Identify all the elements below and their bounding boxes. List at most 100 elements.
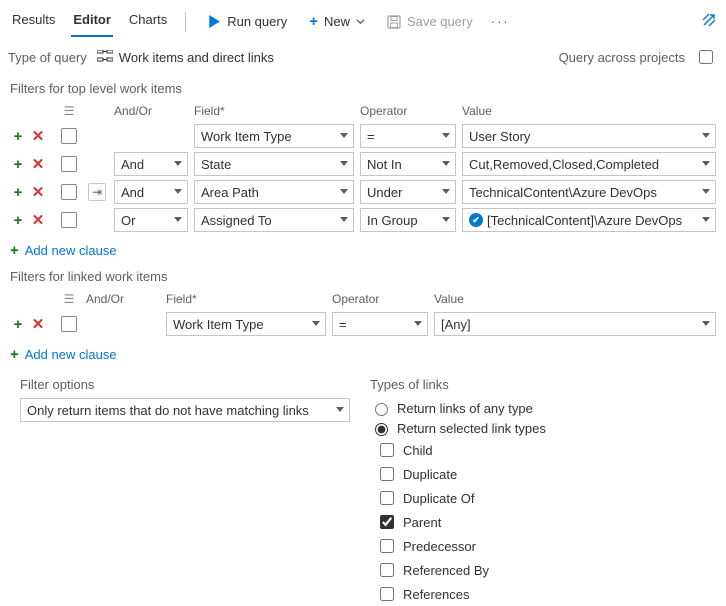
row-checkbox[interactable] bbox=[61, 212, 77, 228]
separator bbox=[185, 12, 186, 32]
filter-options-select[interactable]: Only return items that do not have match… bbox=[20, 398, 350, 422]
link-type-checkbox[interactable] bbox=[380, 491, 394, 505]
remove-clause-icon[interactable]: ✕ bbox=[30, 128, 46, 144]
remove-clause-icon[interactable]: ✕ bbox=[30, 316, 46, 332]
save-button: Save query bbox=[381, 10, 479, 33]
run-query-label: Run query bbox=[227, 14, 287, 29]
clause-row: +✕ OrAssigned ToIn Group✔[TechnicalConten… bbox=[10, 206, 716, 234]
row-checkbox[interactable] bbox=[61, 184, 77, 200]
operator-select[interactable]: Under bbox=[360, 180, 456, 204]
clause-row: +✕ Work Item Type=[Any] bbox=[10, 310, 716, 338]
save-icon bbox=[387, 15, 401, 29]
type-of-query-text: Work items and direct links bbox=[119, 50, 274, 65]
andor-select[interactable]: And bbox=[114, 152, 188, 176]
add-clause-top[interactable]: + Add new clause bbox=[0, 234, 117, 265]
list-icon: ☰ bbox=[64, 104, 75, 118]
col-val: Value bbox=[434, 292, 716, 306]
field-select[interactable]: State bbox=[194, 152, 354, 176]
value-select[interactable]: User Story bbox=[462, 124, 716, 148]
link-type-checkbox[interactable] bbox=[380, 443, 394, 457]
col-field: Field* bbox=[194, 104, 354, 118]
clause-row: +✕ AndStateNot InCut,Removed,Closed,Compl… bbox=[10, 150, 716, 178]
add-clause-icon[interactable]: + bbox=[10, 184, 26, 200]
chevron-down-icon bbox=[356, 17, 365, 26]
operator-select[interactable]: Not In bbox=[360, 152, 456, 176]
add-clause-linked[interactable]: + Add new clause bbox=[0, 338, 117, 369]
row-checkbox[interactable] bbox=[61, 156, 77, 172]
value-select[interactable]: ✔[TechnicalContent]\Azure DevOps bbox=[462, 208, 716, 232]
radio-any-type[interactable] bbox=[375, 403, 388, 416]
radio-any-label: Return links of any type bbox=[397, 401, 533, 416]
link-type-checkbox[interactable] bbox=[380, 467, 394, 481]
link-type-label: Duplicate Of bbox=[403, 491, 475, 506]
expand-icon[interactable] bbox=[702, 13, 716, 30]
plus-icon: + bbox=[309, 13, 318, 30]
operator-select[interactable]: In Group bbox=[360, 208, 456, 232]
link-type-label: Referenced By bbox=[403, 563, 489, 578]
clause-row: +✕ ⇥ AndArea PathUnderTechnicalContent\Azu… bbox=[10, 178, 716, 206]
add-clause-label: Add new clause bbox=[25, 347, 117, 362]
col-val: Value bbox=[462, 104, 716, 118]
type-of-query-label: Type of query bbox=[8, 50, 87, 65]
filter-options-title: Filter options bbox=[20, 377, 350, 398]
row-checkbox[interactable] bbox=[61, 316, 77, 332]
list-icon: ☰ bbox=[64, 292, 75, 306]
clause-row: +✕ Work Item Type=User Story bbox=[10, 122, 716, 150]
identity-icon: ✔ bbox=[469, 213, 483, 227]
plus-icon: + bbox=[10, 346, 19, 363]
field-select[interactable]: Assigned To bbox=[194, 208, 354, 232]
tab-charts[interactable]: Charts bbox=[127, 6, 169, 37]
play-icon bbox=[208, 15, 221, 28]
linked-filters-title: Filters for linked work items bbox=[0, 265, 726, 288]
field-select[interactable]: Work Item Type bbox=[166, 312, 326, 336]
link-type-checkbox[interactable] bbox=[380, 587, 394, 601]
link-type-checkbox[interactable] bbox=[380, 539, 394, 553]
group-clause-icon[interactable]: ⇥ bbox=[88, 183, 106, 201]
link-type-label: Predecessor bbox=[403, 539, 476, 554]
radio-selected-types[interactable] bbox=[375, 423, 388, 436]
operator-select[interactable]: = bbox=[332, 312, 428, 336]
link-type-checkbox[interactable] bbox=[380, 515, 394, 529]
link-types-title: Types of links bbox=[370, 377, 716, 398]
tree-icon bbox=[97, 50, 113, 65]
col-op: Operator bbox=[332, 292, 428, 306]
save-label: Save query bbox=[407, 14, 473, 29]
value-select[interactable]: TechnicalContent\Azure DevOps bbox=[462, 180, 716, 204]
query-across-label: Query across projects bbox=[559, 50, 685, 65]
operator-select[interactable]: = bbox=[360, 124, 456, 148]
remove-clause-icon[interactable]: ✕ bbox=[30, 184, 46, 200]
top-filters-title: Filters for top level work items bbox=[0, 77, 726, 100]
run-query-button[interactable]: Run query bbox=[202, 10, 293, 33]
andor-select[interactable]: Or bbox=[114, 208, 188, 232]
overflow-button[interactable]: ··· bbox=[489, 10, 512, 33]
add-clause-icon[interactable]: + bbox=[10, 212, 26, 228]
row-checkbox[interactable] bbox=[61, 128, 77, 144]
col-op: Operator bbox=[360, 104, 456, 118]
field-select[interactable]: Work Item Type bbox=[194, 124, 354, 148]
link-type-label: Child bbox=[403, 443, 433, 458]
plus-icon: + bbox=[10, 242, 19, 259]
link-type-checkbox[interactable] bbox=[380, 563, 394, 577]
remove-clause-icon[interactable]: ✕ bbox=[30, 212, 46, 228]
col-field: Field* bbox=[166, 292, 326, 306]
new-button[interactable]: + New bbox=[303, 9, 371, 34]
andor-select[interactable]: And bbox=[114, 180, 188, 204]
tab-results[interactable]: Results bbox=[10, 6, 57, 37]
value-select[interactable]: Cut,Removed,Closed,Completed bbox=[462, 152, 716, 176]
link-type-label: Parent bbox=[403, 515, 441, 530]
remove-clause-icon[interactable]: ✕ bbox=[30, 156, 46, 172]
type-of-query-value[interactable]: Work items and direct links bbox=[97, 50, 274, 65]
col-andor: And/Or bbox=[86, 292, 160, 306]
query-across-checkbox[interactable] bbox=[699, 50, 713, 64]
value-select[interactable]: [Any] bbox=[434, 312, 716, 336]
tab-editor[interactable]: Editor bbox=[71, 6, 113, 37]
link-type-label: Duplicate bbox=[403, 467, 457, 482]
col-andor: And/Or bbox=[114, 104, 188, 118]
add-clause-icon[interactable]: + bbox=[10, 156, 26, 172]
field-select[interactable]: Area Path bbox=[194, 180, 354, 204]
add-clause-icon[interactable]: + bbox=[10, 316, 26, 332]
radio-selected-label: Return selected link types bbox=[397, 421, 546, 436]
new-label: New bbox=[324, 14, 350, 29]
add-clause-icon[interactable]: + bbox=[10, 128, 26, 144]
add-clause-label: Add new clause bbox=[25, 243, 117, 258]
